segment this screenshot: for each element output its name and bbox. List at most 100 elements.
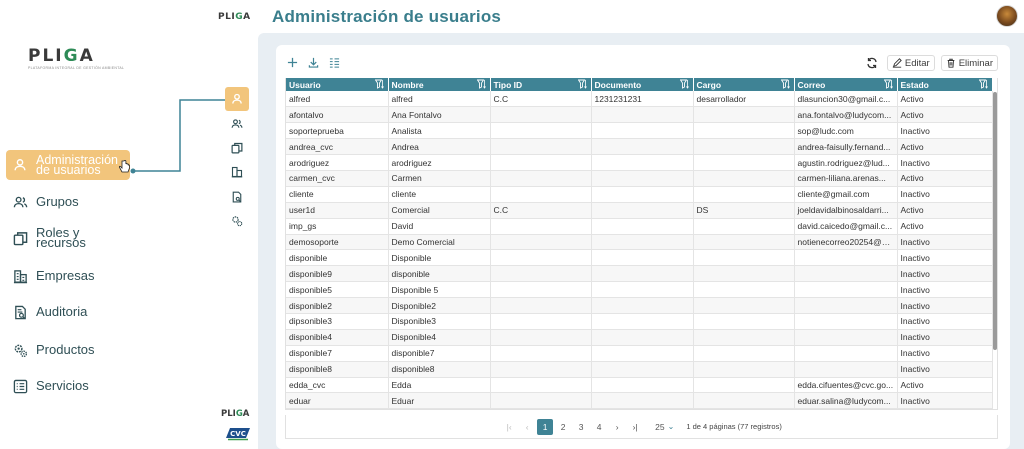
- table-cell: Disponible2: [388, 297, 491, 314]
- table-cell: [490, 218, 592, 235]
- rows-per-page-dropdown[interactable]: 25 ⌄: [655, 422, 674, 432]
- table-row[interactable]: edda_cvc Edda edda.cifuentes@cvc.go... Acti…: [286, 377, 993, 394]
- menu-item-auditoria[interactable]: Auditoria: [6, 304, 130, 320]
- column-header[interactable]: Correo: [794, 78, 898, 91]
- table-cell: Ana Fontalvo: [388, 106, 491, 124]
- table-row[interactable]: disponible Disponible Inactivo: [286, 249, 993, 267]
- menu-item-administracion[interactable]: Administración de usuarios: [6, 150, 130, 180]
- page-button[interactable]: 2: [555, 419, 571, 435]
- table-cell: [693, 170, 795, 187]
- table-cell: [794, 265, 898, 283]
- menu-item-grupos[interactable]: Grupos: [6, 194, 130, 210]
- table-row[interactable]: cliente cliente cliente@gmail.com Inactivo: [286, 186, 993, 203]
- table-cell: [591, 202, 694, 219]
- filter-icon[interactable]: [476, 79, 487, 89]
- rail-button-audit[interactable]: [226, 186, 248, 208]
- page-button[interactable]: 3: [573, 419, 589, 435]
- edit-button[interactable]: Editar: [886, 55, 935, 71]
- filter-icon[interactable]: [883, 79, 894, 89]
- next-page-button[interactable]: ›: [609, 419, 625, 435]
- table-row[interactable]: carmen_cvc Carmen carmen-liliana.arenas...…: [286, 170, 993, 187]
- page-button[interactable]: 4: [591, 419, 607, 435]
- rail-button-products[interactable]: [226, 210, 248, 232]
- rail-button-companies[interactable]: [226, 161, 248, 183]
- table-cell: arodriguez: [286, 154, 389, 171]
- column-header[interactable]: Estado: [897, 78, 993, 91]
- table-cell: Activo: [897, 202, 993, 219]
- table-cell: dipsonible3: [286, 313, 389, 330]
- table-cell: [591, 234, 694, 251]
- prev-page-button[interactable]: ‹: [519, 419, 535, 435]
- table-cell: Activo: [897, 377, 993, 394]
- table-cell: Inactivo: [897, 122, 993, 140]
- table-row[interactable]: soporteprueba Analista sop@ludc.com Inactiv…: [286, 122, 993, 140]
- table-cell: sop@ludc.com: [794, 122, 898, 140]
- menu-item-roles[interactable]: Roles y recursos: [6, 226, 130, 249]
- filter-icon[interactable]: [577, 79, 588, 89]
- table-cell: [591, 154, 694, 171]
- table-cell: [693, 234, 795, 251]
- table-body: alfred alfred C.C 1231231231 desarrollador dl…: [286, 91, 993, 409]
- table-cell: C.C: [490, 202, 592, 219]
- columns-icon[interactable]: [328, 56, 341, 69]
- column-header[interactable]: Tipo ID: [490, 78, 592, 91]
- menu-item-productos[interactable]: Productos: [6, 342, 130, 358]
- table-row[interactable]: arodriguez arodriguez agustin.rodriguez@lu…: [286, 154, 993, 171]
- table-row[interactable]: andrea_cvc Andrea andrea-faisully.fernand.…: [286, 138, 993, 156]
- table-row[interactable]: disponible9 disponible Inactivo: [286, 265, 993, 283]
- rail-button-groups[interactable]: [226, 113, 248, 135]
- first-page-button[interactable]: |‹: [501, 419, 517, 435]
- table-cell: [591, 122, 694, 140]
- table-row[interactable]: eduar Eduar eduar.salina@ludycom... Inactiv…: [286, 392, 993, 409]
- table-cell: [794, 281, 898, 299]
- table-cell: disponible8: [286, 361, 389, 378]
- table-cell: [591, 297, 694, 314]
- avatar[interactable]: [996, 5, 1018, 27]
- table-row[interactable]: disponible4 Disponible4 Inactivo: [286, 329, 993, 346]
- table-row[interactable]: demosoporte Demo Comercial notienecorreo20…: [286, 234, 993, 251]
- filter-icon[interactable]: [679, 79, 690, 89]
- paginator: |‹ ‹ 1234 › ›| 25 ⌄ 1 de 4 páginas (77 r…: [285, 415, 998, 439]
- column-header[interactable]: Nombre: [388, 78, 491, 91]
- column-header[interactable]: Usuario: [286, 78, 389, 91]
- table-cell: Inactivo: [897, 345, 993, 362]
- menu-item-label: Administración de usuarios: [36, 153, 118, 177]
- plus-icon[interactable]: [286, 56, 299, 69]
- table-row[interactable]: user1d Comercial C.C DS joeldavidalbinosalda…: [286, 202, 993, 219]
- table-row[interactable]: afontalvo Ana Fontalvo ana.fontalvo@ludyco…: [286, 106, 993, 124]
- table-row[interactable]: disponible5 Disponible 5 Inactivo: [286, 281, 993, 299]
- table-cell: Inactivo: [897, 297, 993, 314]
- table-row[interactable]: imp_gs David david.caicedo@gmail.c... Activ…: [286, 218, 993, 235]
- column-header[interactable]: Cargo: [693, 78, 795, 91]
- column-header-label: Documento: [594, 79, 642, 90]
- column-header[interactable]: Documento: [591, 78, 694, 91]
- last-page-button[interactable]: ›|: [627, 419, 643, 435]
- table-cell: andrea_cvc: [286, 138, 389, 156]
- delete-button[interactable]: Eliminar: [940, 55, 998, 71]
- table-cell: [794, 345, 898, 362]
- filter-icon[interactable]: [978, 79, 989, 89]
- table-cell: 1231231231: [591, 91, 694, 108]
- filter-icon[interactable]: [780, 79, 791, 89]
- table-row[interactable]: disponible8 disponible8 Inactivo: [286, 361, 993, 378]
- table-row[interactable]: alfred alfred C.C 1231231231 desarrollador dl…: [286, 91, 993, 108]
- table-header-row: Usuario Nombre Tipo ID Documento Cargo Correo…: [286, 78, 993, 91]
- table-cell: disponible8: [388, 361, 491, 378]
- table-row[interactable]: disponible7 disponible7 Inactivo: [286, 345, 993, 362]
- table-cell: Inactivo: [897, 265, 993, 283]
- rail-button-roles[interactable]: [226, 137, 248, 159]
- filter-icon[interactable]: [374, 79, 385, 89]
- table-row[interactable]: dipsonible3 Disponible3 Inactivo: [286, 313, 993, 330]
- refresh-button[interactable]: [862, 55, 881, 71]
- menu-item-empresas[interactable]: Empresas: [6, 268, 130, 284]
- page-button[interactable]: 1: [537, 418, 554, 435]
- menu-item-servicios[interactable]: Servicios: [6, 378, 130, 394]
- download-icon[interactable]: [307, 56, 320, 69]
- table-cell: Inactivo: [897, 329, 993, 346]
- cvc-logo: CVC: [224, 425, 252, 441]
- table-scrollbar[interactable]: [993, 92, 997, 350]
- table-cell: disponible4: [286, 329, 389, 346]
- rail-button-user[interactable]: [225, 87, 249, 111]
- table-row[interactable]: disponible2 Disponible2 Inactivo: [286, 297, 993, 314]
- table-cell: [490, 106, 592, 124]
